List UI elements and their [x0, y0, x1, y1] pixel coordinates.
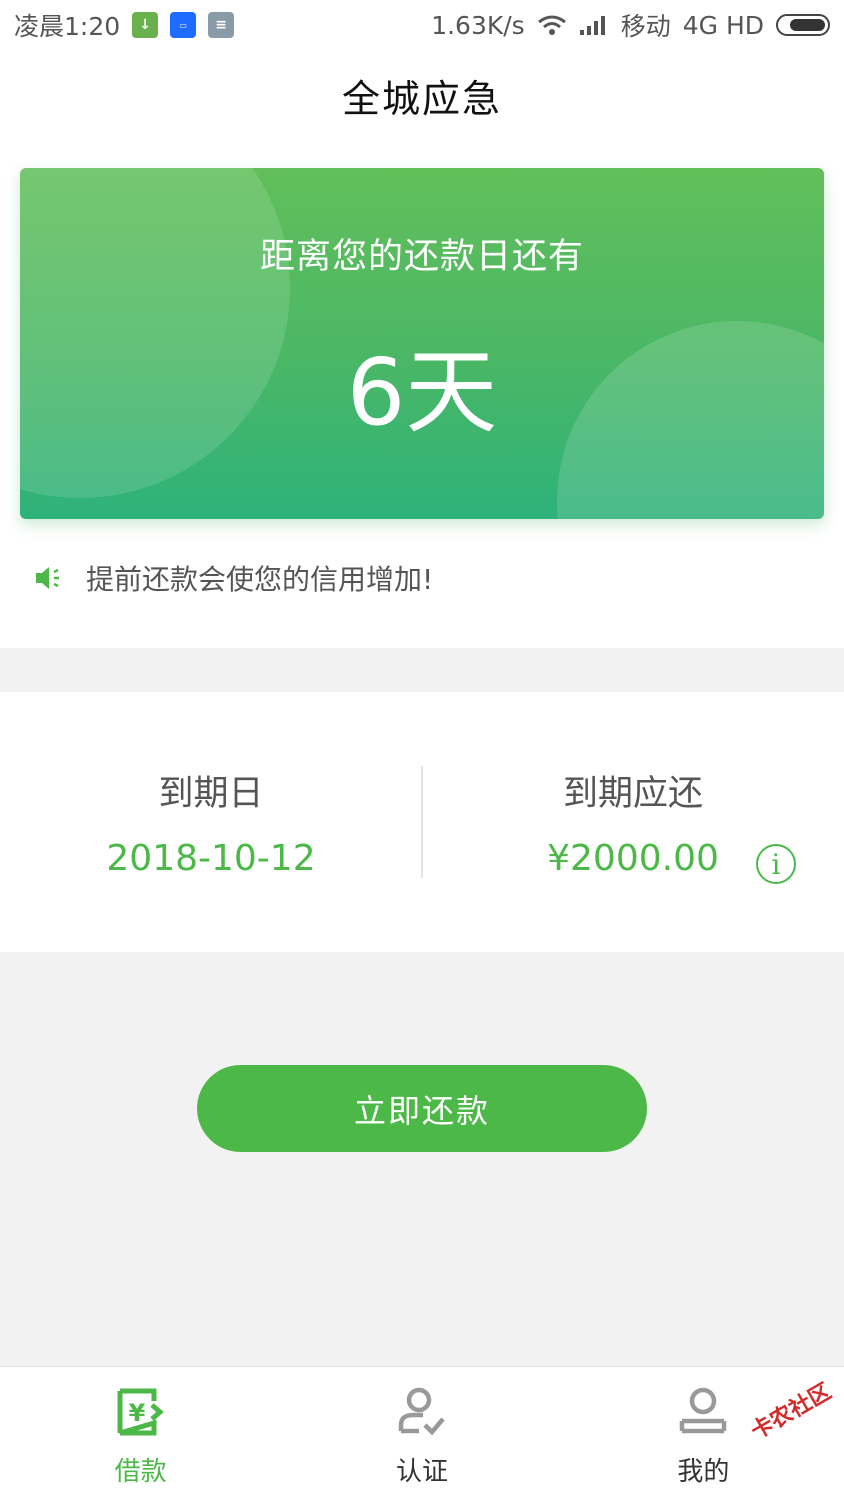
countdown-subtitle: 距离您的还款日还有 — [259, 237, 584, 277]
carrier-name: 移动 — [620, 12, 671, 41]
battery-icon — [776, 14, 830, 36]
wifi-icon — [537, 15, 566, 35]
app-notification-icon: ▭ — [170, 12, 197, 38]
notice-row: 提前还款会使您的信用增加! — [32, 558, 433, 598]
loan-icon: ¥ — [117, 1388, 164, 1436]
due-date-column: 到期日 2018-10-12 — [0, 692, 422, 952]
svg-text:¥: ¥ — [128, 1399, 145, 1427]
nav-item-verify[interactable]: 认证 — [281, 1367, 562, 1500]
due-amount-column: 到期应还 ¥2000.00 — [422, 692, 844, 952]
network-speed: 1.63K/s — [431, 10, 525, 40]
countdown-days: 6天 — [346, 339, 498, 446]
notice-text: 提前还款会使您的信用增加! — [86, 563, 434, 596]
repay-now-button[interactable]: 立即还款 — [197, 1065, 647, 1152]
download-notification-icon: ↓ — [132, 12, 159, 38]
status-left: 凌晨1:20 ↓ ▭ ≡ — [14, 7, 235, 43]
profile-icon — [680, 1387, 727, 1434]
nav-item-loan[interactable]: ¥ 借款 — [0, 1367, 281, 1500]
nav-label: 我的 — [677, 1457, 730, 1487]
nav-label: 借款 — [114, 1457, 167, 1487]
info-icon[interactable]: i — [756, 844, 796, 884]
due-date-value: 2018-10-12 — [106, 838, 316, 879]
speaker-icon — [36, 567, 59, 589]
network-type: 4G HD — [682, 10, 764, 40]
nav-label: 认证 — [395, 1457, 448, 1487]
due-date-label: 到期日 — [158, 774, 264, 814]
signal-icon — [579, 16, 605, 35]
page-title: 全城应急 — [341, 76, 502, 121]
verify-user-icon — [398, 1387, 445, 1436]
status-bar: 凌晨1:20 ↓ ▭ ≡ 1.63K/s 移动 4G HD — [0, 0, 844, 50]
countdown-card: 距离您的还款日还有 6天 — [20, 168, 824, 519]
bottom-nav: ¥ 借款 认证 我的 — [0, 1366, 844, 1500]
status-time: 凌晨1:20 — [14, 12, 121, 41]
app-header: 全城应急 — [0, 50, 844, 140]
due-amount-label: 到期应还 — [562, 774, 703, 814]
due-info-section: 到期日 2018-10-12 到期应还 ¥2000.00 i — [0, 692, 844, 952]
message-notification-icon: ≡ — [208, 12, 235, 38]
top-section: 距离您的还款日还有 6天 提前还款会使您的信用增加! — [0, 140, 844, 648]
status-right: 1.63K/s 移动 4G HD — [431, 7, 830, 43]
